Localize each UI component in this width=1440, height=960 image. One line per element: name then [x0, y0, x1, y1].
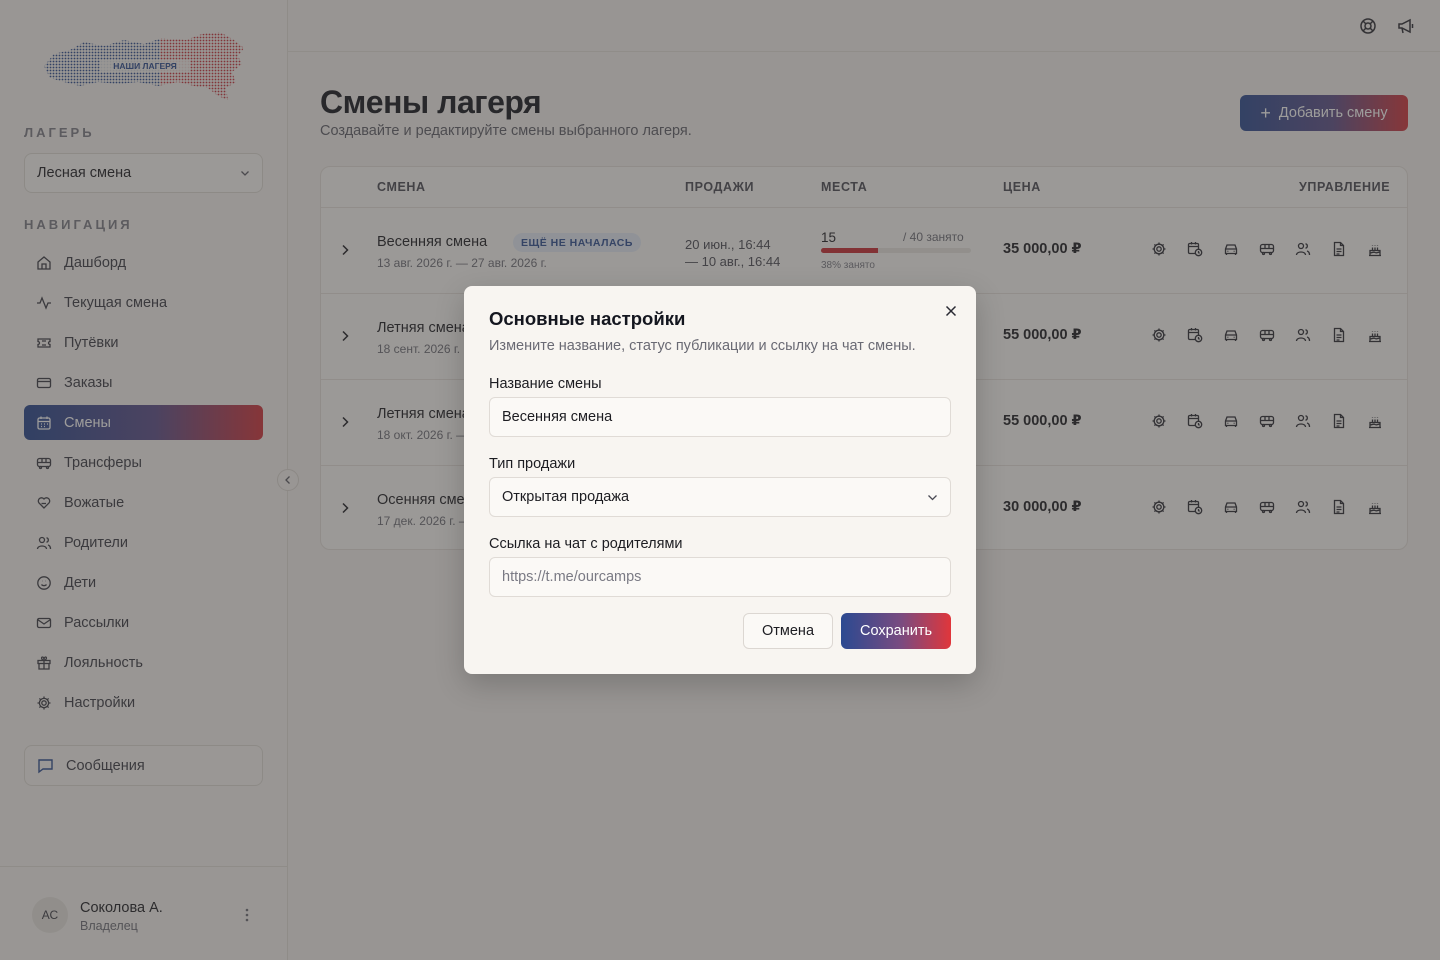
chat-link-input[interactable]: https://t.me/ourcamps — [489, 557, 951, 597]
modal-title: Основные настройки — [489, 308, 686, 329]
shift-name-input[interactable]: Весенняя смена — [489, 397, 951, 437]
settings-modal: Основные настройки Измените название, ст… — [464, 286, 976, 674]
sale-type-select[interactable]: Открытая продажа — [489, 477, 951, 517]
cancel-button[interactable]: Отмена — [743, 613, 833, 649]
shift-name-value: Весенняя смена — [502, 409, 613, 425]
save-button[interactable]: Сохранить — [841, 613, 951, 649]
sale-type-label: Тип продажи — [489, 456, 576, 472]
modal-subtitle: Измените название, статус публикации и с… — [489, 338, 916, 354]
shift-name-label: Название смены — [489, 376, 602, 392]
chat-link-label: Ссылка на чат с родителями — [489, 536, 683, 552]
chevron-down-icon — [928, 494, 937, 500]
chat-link-placeholder: https://t.me/ourcamps — [502, 569, 642, 585]
sale-type-value: Открытая продажа — [502, 489, 630, 505]
close-icon[interactable] — [944, 304, 958, 318]
